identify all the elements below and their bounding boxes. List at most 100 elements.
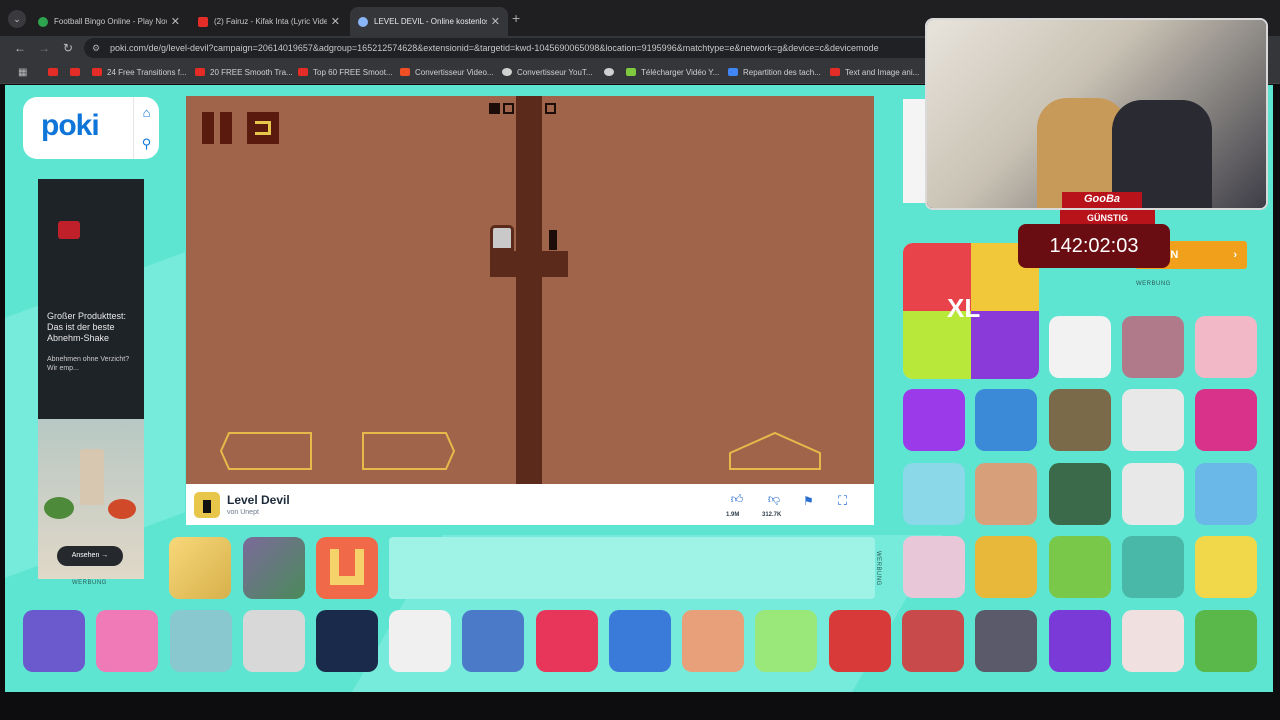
game-tile[interactable] <box>1049 536 1111 598</box>
game-tile[interactable] <box>682 610 744 672</box>
restart-level-icon[interactable] <box>247 112 279 144</box>
game-tile[interactable] <box>170 610 232 672</box>
game-tile[interactable] <box>243 537 305 599</box>
game-tile[interactable] <box>1122 389 1184 451</box>
dislike-count: 312.7K <box>762 512 782 518</box>
game-tile[interactable] <box>1049 463 1111 525</box>
left-arrow-button[interactable] <box>219 431 314 471</box>
webcam-overlay: GooBa <box>925 18 1268 210</box>
game-tile[interactable] <box>1195 316 1257 378</box>
tab-title: (2) Fairuz - Kifak Inta (Lyric Video) <box>214 17 327 26</box>
game-tile[interactable] <box>755 610 817 672</box>
bottom-ad-slot[interactable] <box>389 537 875 599</box>
ad-cta-button[interactable]: Ansehen → <box>57 546 123 566</box>
tab-level-devil[interactable]: LEVEL DEVIL - Online kostenlos spielen ✕ <box>350 7 508 36</box>
left-advertisement[interactable]: Großer Produkttest: Das ist der beste Ab… <box>38 179 144 579</box>
game-tile[interactable] <box>462 610 524 672</box>
game-tile[interactable] <box>1195 536 1257 598</box>
close-tab-icon[interactable]: ✕ <box>331 15 340 28</box>
report-flag-icon[interactable]: ⚑ <box>803 494 814 508</box>
reload-icon[interactable]: ↻ <box>60 40 76 56</box>
dislike-icon[interactable]: 👎︎ <box>764 492 784 507</box>
z-logo-icon <box>400 68 410 76</box>
tab-fairuz[interactable]: (2) Fairuz - Kifak Inta (Lyric Video) ✕ <box>190 7 348 36</box>
forward-icon[interactable]: → <box>36 40 52 56</box>
game-title: Level Devil <box>227 493 290 507</box>
download-icon <box>626 68 636 76</box>
game-tile[interactable] <box>243 610 305 672</box>
search-icon[interactable]: ⚲ <box>134 128 159 159</box>
jump-button[interactable] <box>728 431 823 471</box>
like-icon[interactable]: 👍︎ <box>727 492 747 507</box>
game-tile[interactable] <box>1122 536 1184 598</box>
level-progress-square <box>503 103 514 114</box>
game-tile[interactable] <box>1195 610 1257 672</box>
pause-icon[interactable] <box>202 112 234 144</box>
bookmark-item[interactable]: 24 Free Transitions f... <box>92 60 187 84</box>
poki-logo[interactable]: poki ⌂ ⚲ <box>23 97 159 159</box>
youtube-icon <box>195 68 205 76</box>
game-canvas[interactable] <box>186 96 874 484</box>
back-icon[interactable]: ← <box>12 40 28 56</box>
bookmark-item[interactable]: Top 60 FREE Smoot... <box>298 60 393 84</box>
game-tile[interactable] <box>1049 316 1111 378</box>
tab-football-bingo[interactable]: Football Bingo Online - Play Now ✕ <box>30 7 188 36</box>
platform <box>490 251 568 277</box>
game-tile[interactable] <box>1195 463 1257 525</box>
game-tile[interactable] <box>829 610 891 672</box>
tab-search-icon[interactable]: ⌄ <box>8 10 26 28</box>
player-character <box>549 230 557 250</box>
bookmark-item[interactable]: Télécharger Vidéo Y... <box>626 60 719 84</box>
new-tab-button[interactable]: + <box>512 10 520 26</box>
bookmark-item[interactable]: 20 FREE Smooth Tra... <box>195 60 293 84</box>
apps-grid-icon[interactable]: ▦ <box>18 60 27 84</box>
game-tile[interactable] <box>389 610 451 672</box>
game-tile[interactable] <box>903 389 965 451</box>
game-tile[interactable] <box>1195 389 1257 451</box>
game-tile[interactable] <box>1049 389 1111 451</box>
bookmark-item[interactable] <box>604 60 619 84</box>
game-tile[interactable] <box>903 536 965 598</box>
ad-label: WERBUNG <box>1136 281 1171 287</box>
bookmark-item[interactable] <box>48 60 63 84</box>
bookmark-item[interactable] <box>70 60 85 84</box>
bookmark-item[interactable]: Convertisseur YouT... <box>502 60 593 84</box>
tab-favicon-icon <box>358 16 368 27</box>
address-bar[interactable]: ⚙ poki.com/de/g/level-devil?campaign=206… <box>84 38 934 58</box>
game-tile[interactable] <box>975 389 1037 451</box>
youtube-icon <box>70 68 80 76</box>
youtube-icon <box>92 68 102 76</box>
game-tile[interactable] <box>316 537 378 599</box>
game-tile[interactable] <box>316 610 378 672</box>
game-tile[interactable] <box>902 610 964 672</box>
bookmark-item[interactable]: Text and Image ani... <box>830 60 919 84</box>
game-tile[interactable] <box>1122 610 1184 672</box>
game-tile[interactable] <box>1122 463 1184 525</box>
fullscreen-icon[interactable]: ⛶ <box>838 493 847 509</box>
game-tile[interactable] <box>609 610 671 672</box>
level-progress-square <box>489 103 500 114</box>
game-tile[interactable] <box>1122 316 1184 378</box>
game-tile[interactable] <box>975 463 1037 525</box>
url-text: poki.com/de/g/level-devil?campaign=20614… <box>110 43 879 53</box>
game-tile[interactable] <box>23 610 85 672</box>
bookmark-item[interactable]: Repartition des tach... <box>728 60 821 84</box>
home-icon[interactable]: ⌂ <box>134 97 159 128</box>
window-bottom-edge <box>0 692 1280 720</box>
game-tile[interactable] <box>536 610 598 672</box>
close-tab-icon[interactable]: ✕ <box>171 15 180 28</box>
game-tile[interactable] <box>96 610 158 672</box>
right-arrow-button[interactable] <box>361 431 456 471</box>
game-tile-subway-surfers[interactable] <box>169 537 231 599</box>
site-info-icon[interactable]: ⚙ <box>92 38 100 58</box>
game-tile[interactable] <box>975 610 1037 672</box>
bookmark-item[interactable]: Convertisseur Video... <box>400 60 494 84</box>
game-thumbnail-icon <box>194 492 220 518</box>
game-tile[interactable] <box>1049 610 1111 672</box>
game-tile[interactable] <box>903 463 965 525</box>
youtube-icon <box>830 68 840 76</box>
stream-timer: 142:02:03 <box>1018 224 1170 268</box>
docs-icon <box>728 68 738 76</box>
game-tile[interactable] <box>975 536 1037 598</box>
close-tab-icon[interactable]: ✕ <box>491 15 500 28</box>
